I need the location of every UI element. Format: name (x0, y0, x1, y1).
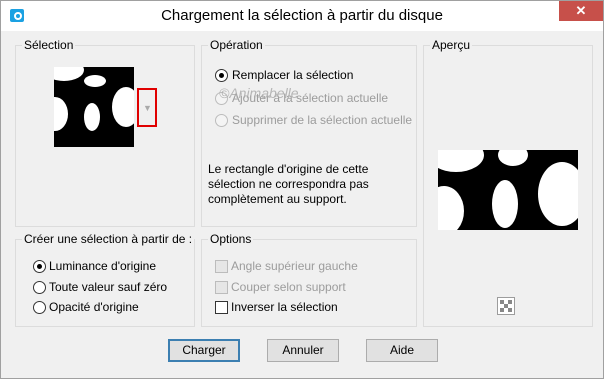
create-from-group-label: Créer une sélection à partir de : (22, 232, 195, 246)
close-icon[interactable]: ✕ (559, 1, 603, 21)
luminance-label: Luminance d'origine (49, 259, 157, 273)
invert-selection-checkbox[interactable] (215, 301, 228, 314)
preview-image (438, 150, 578, 230)
selection-thumbnail[interactable] (54, 67, 134, 147)
thumbnail-dropdown-button[interactable]: ▼ (137, 88, 157, 127)
subtract-selection-radio[interactable] (215, 114, 228, 127)
replace-selection-radio[interactable] (215, 69, 228, 82)
help-button[interactable]: Aide (366, 339, 438, 362)
window-title: Chargement la sélection à partir du disq… (161, 7, 443, 24)
top-left-corner-label: Angle supérieur gauche (231, 259, 358, 273)
dialog-window: Chargement la sélection à partir du disq… (0, 0, 604, 379)
options-group-label: Options (208, 232, 254, 246)
any-nonzero-radio[interactable] (33, 281, 46, 294)
subtract-selection-label: Supprimer de la sélection actuelle (232, 113, 413, 127)
selection-group-label: Sélection (22, 38, 76, 52)
replace-selection-label: Remplacer la sélection (232, 68, 354, 82)
opacity-label: Opacité d'origine (49, 300, 139, 314)
load-button[interactable]: Charger (168, 339, 240, 362)
invert-selection-label: Inverser la sélection (231, 300, 338, 314)
crop-to-canvas-label: Couper selon support (231, 280, 346, 294)
title-bar: Chargement la sélection à partir du disq… (1, 1, 603, 31)
chevron-down-icon: ▼ (143, 103, 152, 113)
watermark: ©Animabelle (219, 85, 299, 101)
any-nonzero-label: Toute valeur sauf zéro (49, 280, 168, 294)
operation-group-label: Opération (208, 38, 265, 52)
cancel-button[interactable]: Annuler (267, 339, 339, 362)
opacity-radio[interactable] (33, 301, 46, 314)
top-left-corner-checkbox[interactable] (215, 260, 228, 273)
preview-group-label: Aperçu (430, 38, 473, 52)
luminance-radio[interactable] (33, 260, 46, 273)
checkerboard-icon[interactable] (497, 297, 515, 315)
crop-to-canvas-checkbox[interactable] (215, 281, 228, 294)
info-text: Le rectangle d'origine de cette sélectio… (208, 162, 369, 206)
